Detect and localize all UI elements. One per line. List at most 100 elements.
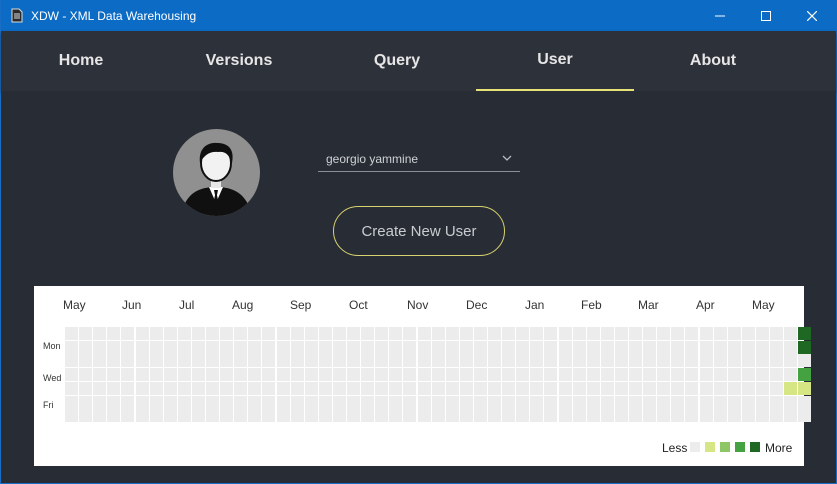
heatmap-cell xyxy=(347,368,360,382)
tab-query[interactable]: Query xyxy=(318,31,476,91)
month-label: Dec xyxy=(466,298,488,312)
heatmap-cell xyxy=(629,409,642,423)
heatmap-cell xyxy=(713,354,727,368)
heatmap-cell xyxy=(121,354,135,368)
heatmap-cell xyxy=(657,354,671,368)
heatmap-cell xyxy=(544,409,558,423)
heatmap-cell xyxy=(191,381,205,395)
month-label: May xyxy=(63,298,86,312)
heatmap-cell xyxy=(220,381,234,395)
heatmap-cell xyxy=(276,381,290,395)
heatmap-cell xyxy=(784,395,798,409)
user-select[interactable]: georgio yammine xyxy=(318,144,520,172)
heatmap-cell xyxy=(248,354,262,368)
heatmap-cell xyxy=(431,368,445,382)
tab-home[interactable]: Home xyxy=(2,31,160,91)
heatmap-cell xyxy=(206,327,219,340)
legend-swatch-0 xyxy=(690,442,700,452)
heatmap-cell xyxy=(79,327,93,340)
tab-versions[interactable]: Versions xyxy=(160,31,318,91)
heatmap-cell xyxy=(685,409,699,423)
heatmap-cell xyxy=(135,368,149,382)
heatmap-cell xyxy=(163,340,177,354)
heatmap-cell xyxy=(375,381,389,395)
heatmap-cell xyxy=(262,381,276,395)
heatmap-cell xyxy=(417,354,431,368)
heatmap-cell xyxy=(544,327,558,340)
heatmap-cell xyxy=(121,381,135,395)
heatmap-cell xyxy=(65,354,78,368)
heatmap-cell xyxy=(685,340,699,354)
heatmap-cell xyxy=(149,327,163,340)
heatmap-cell xyxy=(459,395,473,409)
heatmap-cell xyxy=(488,354,501,368)
heatmap-cell xyxy=(699,381,713,395)
heatmap-cell xyxy=(431,354,445,368)
month-label: Nov xyxy=(407,298,429,312)
maximize-button[interactable] xyxy=(743,0,789,31)
heatmap-cell xyxy=(304,340,318,354)
heatmap-cell xyxy=(79,368,93,382)
heatmap-cell xyxy=(629,381,642,395)
heatmap-cell xyxy=(784,368,798,382)
heatmap-cell xyxy=(798,395,812,409)
heatmap-cell xyxy=(121,409,135,423)
heatmap-cell xyxy=(318,354,332,368)
heatmap-cell xyxy=(290,381,304,395)
tab-user[interactable]: User xyxy=(476,31,634,91)
heatmap-cell xyxy=(177,381,191,395)
heatmap-cell xyxy=(600,327,614,340)
heatmap-cell xyxy=(755,395,769,409)
heatmap-cell xyxy=(629,340,642,354)
heatmap-cell xyxy=(784,381,798,395)
tab-about[interactable]: About xyxy=(634,31,792,91)
heatmap-cell xyxy=(234,368,248,382)
heatmap-cell xyxy=(417,381,431,395)
heatmap-cell xyxy=(304,368,318,382)
heatmap-cell xyxy=(403,340,417,354)
heatmap-cell xyxy=(727,409,741,423)
app-icon xyxy=(11,8,23,23)
heatmap-cell xyxy=(516,340,530,354)
title-bar: XDW - XML Data Warehousing xyxy=(1,0,837,31)
heatmap-cell xyxy=(149,354,163,368)
close-button[interactable] xyxy=(789,0,835,31)
heatmap-cell xyxy=(727,381,741,395)
heatmap-cell xyxy=(332,409,346,423)
heatmap-cell xyxy=(502,340,516,354)
month-label: Feb xyxy=(581,298,602,312)
month-label: Apr xyxy=(696,298,715,312)
heatmap-cell xyxy=(685,354,699,368)
heatmap-cell xyxy=(375,354,389,368)
heatmap-cell xyxy=(572,368,586,382)
heatmap-cell xyxy=(614,327,628,340)
heatmap-cell xyxy=(755,381,769,395)
heatmap-cell xyxy=(220,368,234,382)
heatmap-cell xyxy=(445,354,459,368)
month-label: Aug xyxy=(232,298,254,312)
heatmap-cell xyxy=(516,409,530,423)
heatmap-cell xyxy=(262,409,276,423)
heatmap-cell xyxy=(347,409,360,423)
heatmap-cell xyxy=(516,368,530,382)
heatmap-cell xyxy=(727,368,741,382)
heatmap-cell xyxy=(79,354,93,368)
heatmap-cell xyxy=(135,354,149,368)
legend-more: More xyxy=(765,441,793,455)
heatmap-cell xyxy=(431,395,445,409)
heatmap-cell xyxy=(135,395,149,409)
heatmap-cell xyxy=(389,409,403,423)
heatmap-cell xyxy=(530,409,544,423)
month-label: Jun xyxy=(122,298,142,312)
heatmap-cell xyxy=(403,368,417,382)
heatmap-cell xyxy=(516,327,530,340)
heatmap-cell xyxy=(79,409,93,423)
heatmap-cell xyxy=(177,327,191,340)
heatmap-cell xyxy=(220,340,234,354)
heatmap-cell xyxy=(290,409,304,423)
heatmap-cell xyxy=(643,327,657,340)
minimize-button[interactable] xyxy=(697,0,743,31)
heatmap-cell xyxy=(473,368,487,382)
create-new-user-button[interactable]: Create New User xyxy=(333,206,505,256)
heatmap-cell xyxy=(163,381,177,395)
